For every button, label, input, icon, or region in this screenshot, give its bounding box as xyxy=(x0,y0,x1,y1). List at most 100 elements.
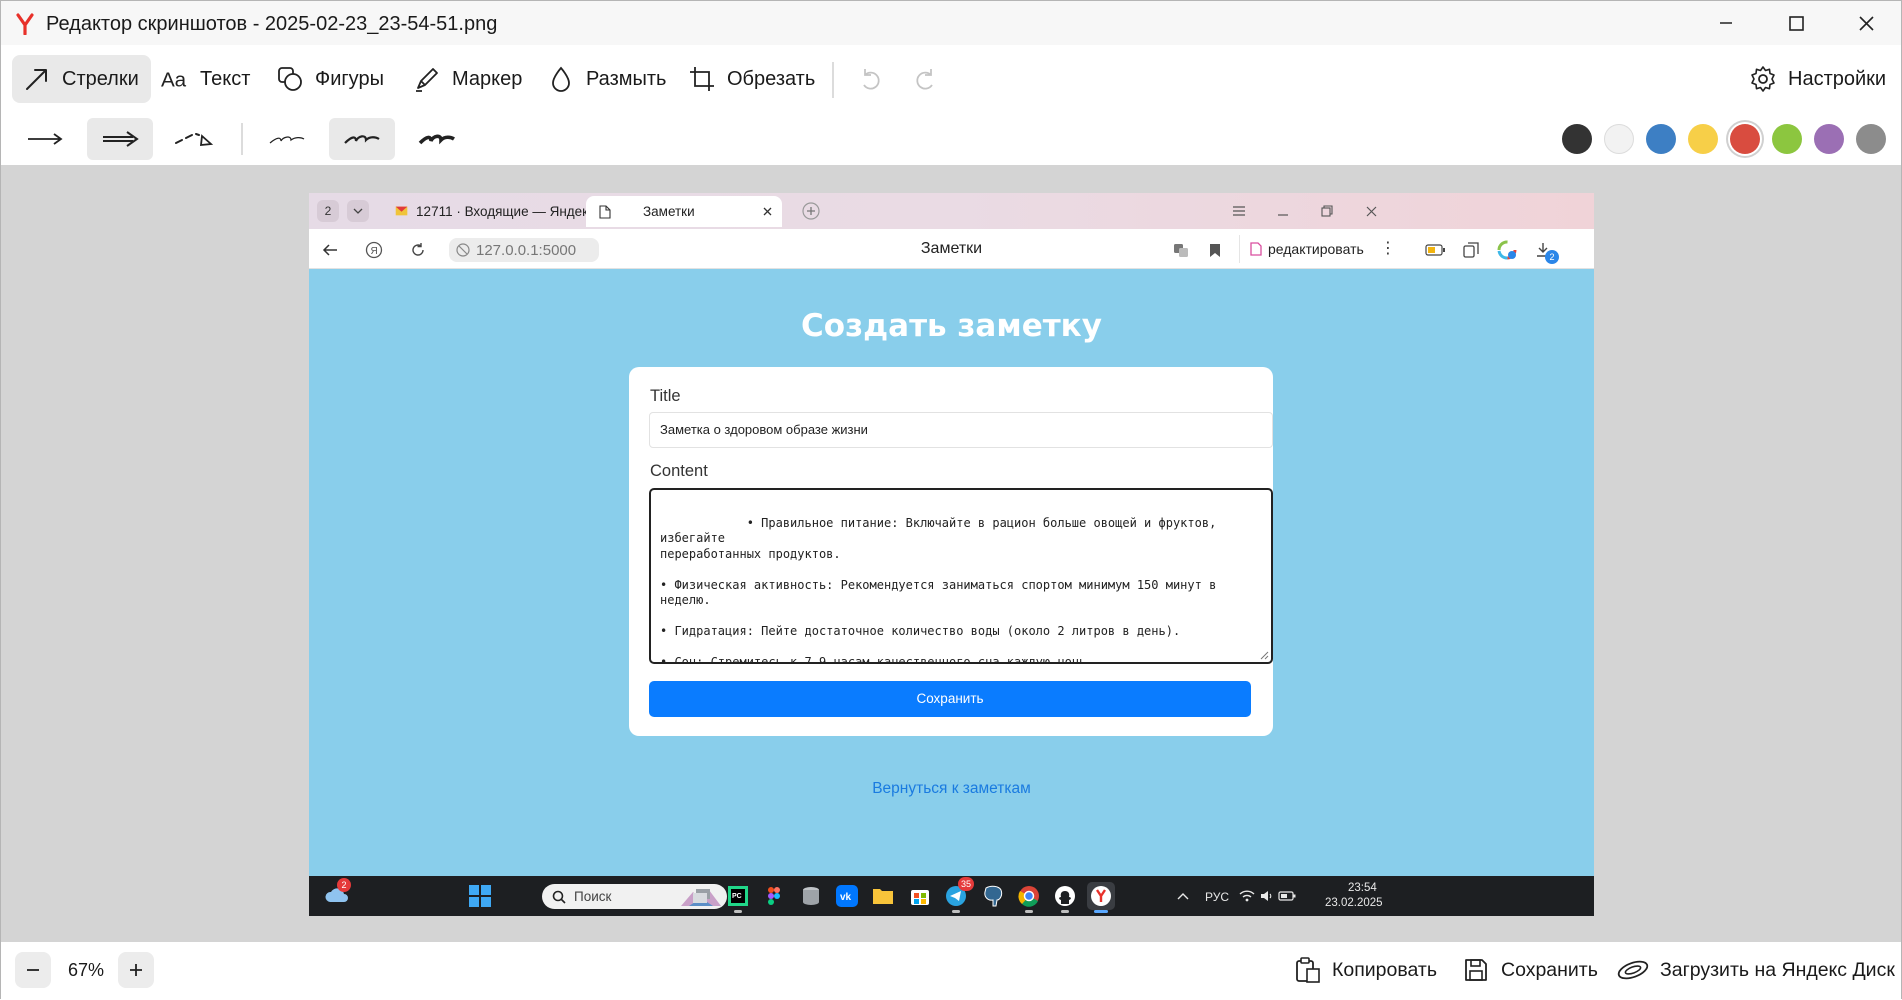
tool-crop[interactable]: Обрезать xyxy=(677,55,827,103)
redo-button[interactable] xyxy=(909,62,943,96)
github-icon xyxy=(1051,882,1079,913)
battery-icon xyxy=(1273,882,1301,910)
color-swatch[interactable] xyxy=(1688,124,1718,154)
title-field: Заметка о здоровом образе жизни xyxy=(649,412,1273,448)
gear-icon xyxy=(1748,64,1778,94)
yandex-browser-icon xyxy=(1087,882,1115,913)
bottom-bar: 67% Копировать Сохранить Загрузить на Ян… xyxy=(1,942,1901,1000)
maximize-button[interactable] xyxy=(1761,1,1831,45)
chevron-up-icon xyxy=(1169,882,1197,910)
color-swatch[interactable] xyxy=(1856,124,1886,154)
svg-text:Я: Я xyxy=(371,246,378,257)
settings-button[interactable]: Настройки xyxy=(1738,55,1898,103)
shapes-tool-icon xyxy=(275,64,305,94)
tool-marker[interactable]: Маркер xyxy=(402,55,534,103)
color-swatch[interactable] xyxy=(1646,124,1676,154)
close-icon xyxy=(1357,199,1385,223)
telegram-icon: 35 xyxy=(942,877,975,913)
browser-tab-strip: 2 12711 · Входящие — Яндекс Заметки xyxy=(309,193,1594,229)
undo-icon xyxy=(863,69,880,90)
thin-stroke-icon xyxy=(269,136,305,144)
close-button[interactable] xyxy=(1831,1,1901,45)
browser-address-bar: Заметки Я 127.0.0.1:5000 редактировать ⋮… xyxy=(309,229,1594,269)
arrow-style-thin[interactable] xyxy=(12,118,78,160)
screenshot-image: 2 12711 · Входящие — Яндекс Заметки Заме… xyxy=(309,193,1594,916)
content-label: Content xyxy=(650,462,708,480)
color-swatch[interactable] xyxy=(1772,124,1802,154)
upload-yandex-disk-button[interactable]: Загрузить на Яндекс Диск xyxy=(1616,953,1895,987)
title-label: Title xyxy=(650,387,681,405)
arrow-style-thick[interactable] xyxy=(87,118,153,160)
tool-arrows[interactable]: Стрелки xyxy=(12,55,151,103)
crop-tool-icon xyxy=(687,64,717,94)
edit-icon xyxy=(1250,242,1262,256)
refresh-icon xyxy=(406,238,430,262)
alice-icon xyxy=(1495,238,1519,262)
minimize-icon xyxy=(1269,199,1297,223)
marker-tool-icon xyxy=(412,64,442,94)
tool-text[interactable]: Aa Текст xyxy=(150,55,262,103)
language-indicator: РУС xyxy=(1205,890,1230,904)
save-button[interactable]: Сохранить xyxy=(1461,953,1598,987)
collections-icon xyxy=(1459,238,1483,262)
plus-icon xyxy=(130,964,142,976)
file-explorer-icon xyxy=(869,882,897,910)
yandex-disk-icon xyxy=(1616,955,1650,985)
plus-icon xyxy=(797,199,825,223)
tab-title: 12711 · Входящие — Яндекс xyxy=(416,203,595,219)
zoom-out-button[interactable] xyxy=(15,952,51,988)
zoom-in-button[interactable] xyxy=(118,952,154,988)
url-text: 127.0.0.1:5000 xyxy=(476,241,577,259)
clock-date: 23.02.2025 xyxy=(1325,897,1383,909)
bookmark-icon xyxy=(1203,238,1227,262)
pycharm-icon: PC xyxy=(724,882,752,913)
undo-button[interactable] xyxy=(853,62,887,96)
tool-blur[interactable]: Размыть xyxy=(536,55,678,103)
color-swatch[interactable] xyxy=(1730,124,1760,154)
task-view-icon xyxy=(688,882,716,910)
yandex-logo-icon xyxy=(15,13,35,35)
settings-label: Настройки xyxy=(1788,67,1887,90)
editor-canvas[interactable]: 2 12711 · Входящие — Яндекс Заметки Заме… xyxy=(1,165,1901,942)
options-divider xyxy=(241,123,243,155)
microsoft-store-icon xyxy=(906,882,934,910)
screenshot-editor-window: Редактор скриншотов - 2025-02-23_23-54-5… xyxy=(0,0,1902,1000)
note-form: Title Заметка о здоровом образе жизни Co… xyxy=(629,367,1273,736)
stroke-width-thick[interactable] xyxy=(404,118,470,160)
close-icon xyxy=(763,207,772,216)
toolbar-divider xyxy=(832,62,834,98)
color-swatch[interactable] xyxy=(1562,124,1592,154)
color-swatch[interactable] xyxy=(1604,124,1634,154)
thick-arrow-icon xyxy=(103,131,139,147)
tool-label: Маркер xyxy=(452,67,523,90)
yandex-icon: Я xyxy=(362,238,386,262)
clipboard-icon xyxy=(1292,955,1322,985)
copy-button[interactable]: Копировать xyxy=(1292,953,1437,987)
medium-stroke-icon xyxy=(344,135,380,144)
resize-grip-icon xyxy=(1260,651,1269,660)
browser-tab-mail: 12711 · Входящие — Яндекс xyxy=(395,197,595,225)
stroke-width-thin[interactable] xyxy=(254,118,320,160)
zoom-level: 67% xyxy=(67,960,105,980)
tool-shapes[interactable]: Фигуры xyxy=(265,55,396,103)
search-icon xyxy=(552,890,566,904)
weather-icon: 2 xyxy=(323,878,351,910)
content-text: • Правильное питание: Включайте в рацион… xyxy=(660,515,1217,664)
arrow-style-dotted[interactable] xyxy=(162,118,228,160)
restore-icon xyxy=(1313,199,1341,223)
svg-text:Aa: Aa xyxy=(161,69,187,92)
search-placeholder: Поиск xyxy=(574,889,612,904)
stroke-width-medium[interactable] xyxy=(329,118,395,160)
minimize-button[interactable] xyxy=(1691,1,1761,45)
content-textarea: • Правильное питание: Включайте в рацион… xyxy=(649,488,1273,664)
page-title: Создать заметку xyxy=(801,308,1102,344)
back-arrow-icon xyxy=(318,238,342,262)
title-bar: Редактор скриншотов - 2025-02-23_23-54-5… xyxy=(1,1,1901,45)
tool-bar: Стрелки Aa Текст Фигуры Маркер Размыть О… xyxy=(1,45,1901,113)
tool-label: Стрелки xyxy=(62,67,139,90)
redo-icon xyxy=(916,69,933,90)
edit-page-button: редактировать ⋮ xyxy=(1239,235,1396,263)
window-title: Редактор скриншотов - 2025-02-23_23-54-5… xyxy=(46,13,498,35)
color-swatch[interactable] xyxy=(1814,124,1844,154)
tool-label: Размыть xyxy=(586,67,667,90)
